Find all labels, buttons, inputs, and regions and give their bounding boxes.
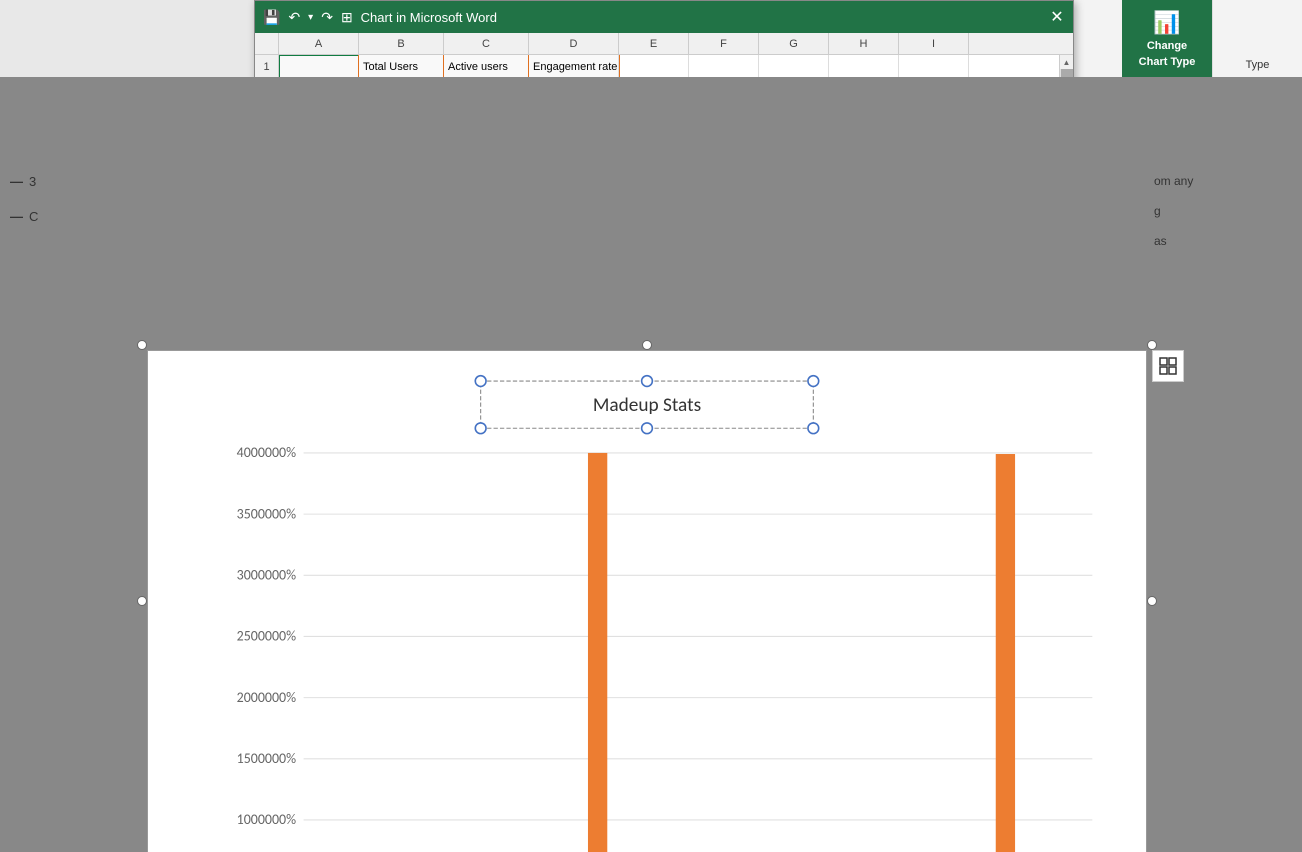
svg-text:1000000%: 1000000% xyxy=(237,811,296,828)
right-panel xyxy=(1152,350,1184,382)
document-area: — 3 — C om any g as xyxy=(0,77,1302,852)
bullet-dash-1: — xyxy=(10,174,23,189)
col-header-H: H xyxy=(829,33,899,54)
cell-F1[interactable] xyxy=(689,55,759,79)
handle-tc[interactable] xyxy=(642,340,652,350)
doc-right-line1: om any xyxy=(1154,174,1294,188)
svg-text:Madeup Stats: Madeup Stats xyxy=(593,394,701,417)
svg-text:1500000%: 1500000% xyxy=(237,750,296,767)
bullet-item-1: — 3 xyxy=(10,174,138,189)
col-header-A: A xyxy=(279,33,359,54)
ribbon-left xyxy=(0,0,260,77)
titlebar-left: 💾 ↶ ▾ ↷ ⊞ Chart in Microsoft Word xyxy=(263,9,497,26)
titlebar-controls: ✕ xyxy=(1049,9,1065,25)
change-chart-type-label2: Chart Type xyxy=(1139,56,1196,68)
handle-tr[interactable] xyxy=(1147,340,1157,350)
chart-svg: Madeup Stats 4000000% 3500000% 3000000% … xyxy=(148,351,1146,852)
col-header-I: I xyxy=(899,33,969,54)
doc-right-line3: as xyxy=(1154,234,1294,248)
handle-tl[interactable] xyxy=(137,340,147,350)
type-section: Type xyxy=(1212,0,1302,77)
col-headers: A B C D E F G H I xyxy=(279,33,1073,55)
cell-H1[interactable] xyxy=(829,55,899,79)
cell-A1[interactable] xyxy=(279,55,359,79)
change-chart-type-button[interactable]: 📊 Change Chart Type xyxy=(1122,0,1212,77)
col-header-E: E xyxy=(619,33,689,54)
cell-E1[interactable] xyxy=(619,55,689,79)
handle-mr[interactable] xyxy=(1147,596,1157,606)
undo-dropdown-icon[interactable]: ▾ xyxy=(308,12,313,23)
svg-text:2000000%: 2000000% xyxy=(237,689,296,706)
svg-text:3000000%: 3000000% xyxy=(237,567,296,584)
col-header-G: G xyxy=(759,33,829,54)
scroll-up-arrow[interactable]: ▲ xyxy=(1060,55,1073,69)
svg-text:2500000%: 2500000% xyxy=(237,628,296,645)
cell-C1[interactable]: Active users xyxy=(444,55,529,79)
close-button[interactable]: ✕ xyxy=(1049,9,1065,25)
table-row: Total Users Active users Engagement rate xyxy=(279,55,1073,79)
col-header-B: B xyxy=(359,33,444,54)
cell-B1[interactable]: Total Users xyxy=(359,55,444,79)
col-header-F: F xyxy=(689,33,759,54)
layout-icon-button[interactable] xyxy=(1152,350,1184,382)
bullet-item-2: — C xyxy=(10,209,138,224)
doc-right-line2: g xyxy=(1154,204,1294,218)
cell-D1[interactable]: Engagement rate xyxy=(529,55,619,79)
doc-text-left: — 3 — C xyxy=(0,154,148,264)
chart-container[interactable]: Madeup Stats 4000000% 3500000% 3000000% … xyxy=(147,350,1147,852)
doc-line-1: 3 xyxy=(29,174,36,189)
corner-cell xyxy=(255,33,278,55)
type-section-label: Type xyxy=(1246,59,1270,71)
svg-text:4000000%: 4000000% xyxy=(237,444,296,461)
col-header-D: D xyxy=(529,33,619,54)
bullet-dash-2: — xyxy=(10,209,23,224)
cell-G1[interactable] xyxy=(759,55,829,79)
svg-text:3500000%: 3500000% xyxy=(237,505,296,522)
col-header-C: C xyxy=(444,33,529,54)
doc-line-2: C xyxy=(29,209,38,224)
spreadsheet-titlebar: 💾 ↶ ▾ ↷ ⊞ Chart in Microsoft Word ✕ xyxy=(255,1,1073,33)
redo-icon[interactable]: ↷ xyxy=(321,9,333,26)
undo-icon[interactable]: ↶ xyxy=(288,9,300,26)
save-icon[interactable]: 💾 xyxy=(263,9,280,26)
chart-type-icon: 📊 xyxy=(1153,10,1180,36)
handle-ml[interactable] xyxy=(137,596,147,606)
row-header-1: 1 xyxy=(255,55,278,79)
change-chart-type-label: Change xyxy=(1147,40,1187,52)
grid-icon[interactable]: ⊞ xyxy=(341,9,353,26)
doc-text-right: om any g as xyxy=(1146,154,1302,268)
window-title: Chart in Microsoft Word xyxy=(361,10,497,25)
cell-I1[interactable] xyxy=(899,55,969,79)
